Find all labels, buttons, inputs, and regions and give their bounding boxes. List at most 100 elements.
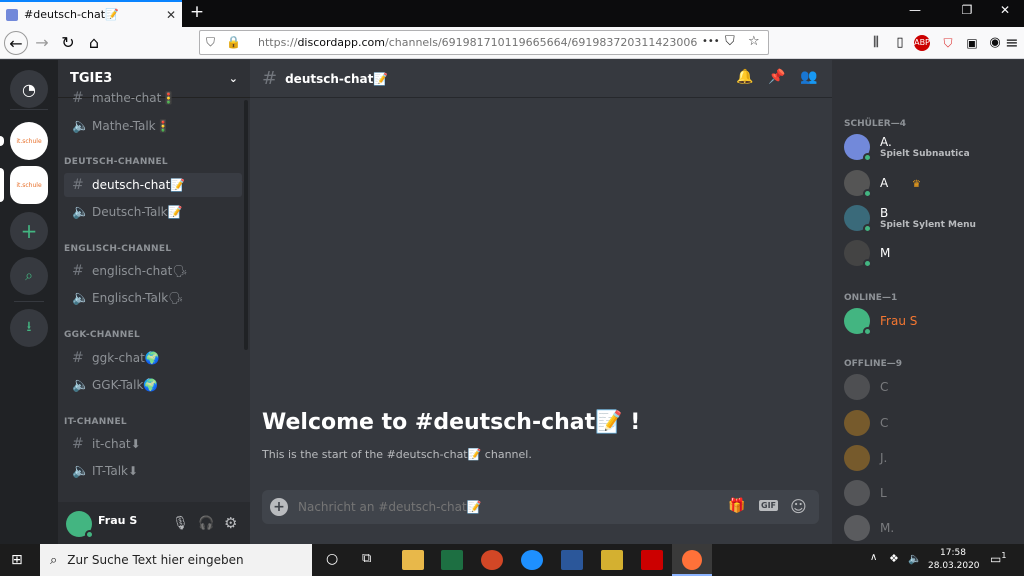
member-item[interactable]: J. xyxy=(844,443,887,473)
bookmark-star-icon[interactable]: ☆ xyxy=(748,34,760,49)
username: Frau S xyxy=(98,514,138,527)
channel-deutsch-talk[interactable]: 🔈 Deutsch-Talk📝 xyxy=(64,200,242,224)
avatar xyxy=(844,240,872,268)
member-item[interactable]: A ♛ xyxy=(844,168,921,198)
avatar xyxy=(844,134,872,162)
gif-button[interactable]: GIF xyxy=(759,500,779,511)
menu-hamburger-icon[interactable]: ≡ xyxy=(1000,31,1024,55)
firefox-icon xyxy=(682,550,702,570)
hash-icon: # xyxy=(262,68,278,89)
page-actions-icon[interactable]: ••• xyxy=(702,36,720,47)
restore-window-icon[interactable]: ❐ xyxy=(952,3,982,17)
extension-icon[interactable]: ▣ xyxy=(960,31,984,55)
new-tab-button[interactable]: + xyxy=(186,2,208,22)
close-window-icon[interactable]: ✕ xyxy=(990,3,1020,17)
pin-icon[interactable]: 📌 xyxy=(767,69,787,89)
powerpoint-icon[interactable] xyxy=(481,550,503,570)
member-item[interactable]: C xyxy=(844,408,888,438)
category-ggk[interactable]: GGK-CHANNEL xyxy=(64,330,140,340)
deafen-headphones-icon[interactable]: 🎧 xyxy=(198,516,214,531)
clock[interactable]: 17:58 28.03.2020 xyxy=(928,547,980,573)
avatar xyxy=(844,410,870,436)
emoji-icon[interactable]: ☺ xyxy=(790,497,807,516)
home-icon[interactable]: ⌂ xyxy=(82,31,106,55)
task-view-icon[interactable]: ⧉ xyxy=(362,551,371,566)
members-icon[interactable]: 👥 xyxy=(799,69,819,89)
file-explorer-icon[interactable] xyxy=(402,550,424,570)
sidebar-icon[interactable]: ▯ xyxy=(888,31,912,55)
avatar xyxy=(844,205,872,233)
back-arrow-icon[interactable]: ← xyxy=(4,31,28,55)
member-item[interactable]: C xyxy=(844,372,888,402)
channel-englisch-talk[interactable]: 🔈 Englisch-Talk🗣 xyxy=(64,286,242,310)
chevron-down-icon: ⌄ xyxy=(228,72,238,85)
chat-area: # deutsch-chat📝 Welcome to #deutsch-chat… xyxy=(250,60,832,544)
avatar xyxy=(844,308,872,336)
forward-arrow-icon[interactable]: → xyxy=(30,31,54,55)
member-item[interactable]: M. xyxy=(844,513,894,543)
avatar xyxy=(844,445,870,471)
windows-start-icon[interactable]: ⊞ xyxy=(11,552,23,568)
firefox-taskbar-button[interactable] xyxy=(672,544,712,576)
discord-favicon-icon xyxy=(6,8,18,21)
tray-chevron-icon[interactable]: ∧ xyxy=(870,552,877,563)
url-bar[interactable]: ⛉ 🔒 https://discordapp.com/channels/6919… xyxy=(199,30,769,55)
explore-search-icon[interactable]: ⌕ xyxy=(10,257,48,295)
hash-icon: # xyxy=(72,90,84,106)
settings-gear-icon[interactable]: ⚙ xyxy=(224,514,237,532)
taskbar-search[interactable]: ⌕ Zur Suche Text hier eingeben xyxy=(40,544,312,576)
member-item[interactable]: B Spielt Sylent Menu xyxy=(844,203,976,233)
channel-ggk-chat[interactable]: # ggk-chat🌍 xyxy=(64,346,242,370)
user-avatar[interactable] xyxy=(66,511,94,539)
minimize-window-icon[interactable]: — xyxy=(900,3,930,17)
channel-scrollbar[interactable] xyxy=(244,100,248,350)
member-item[interactable]: Frau S xyxy=(844,306,917,336)
notification-icon[interactable]: ▭1 xyxy=(990,551,1006,566)
app-icon[interactable] xyxy=(601,550,623,570)
library-icon[interactable]: ⫼ xyxy=(864,31,888,55)
download-apps-icon[interactable]: ⭳ xyxy=(10,309,48,347)
speaker-icon: 🔈 xyxy=(72,463,90,479)
avatar xyxy=(844,515,870,541)
category-it[interactable]: IT-CHANNEL xyxy=(64,417,127,427)
channel-it-chat[interactable]: # it-chat⬇ xyxy=(64,432,242,456)
adblock-icon[interactable]: ABP xyxy=(914,35,930,51)
channel-it-talk[interactable]: 🔈 IT-Talk⬇ xyxy=(64,459,242,483)
acrobat-icon[interactable] xyxy=(641,550,663,570)
volume-icon[interactable]: 🔈 xyxy=(908,552,922,565)
channel-ggk-talk[interactable]: 🔈 GGK-Talk🌍 xyxy=(64,373,242,397)
mute-mic-icon[interactable]: 🎙 xyxy=(172,516,189,531)
category-deutsch[interactable]: DEUTSCH-CHANNEL xyxy=(64,157,168,167)
speaker-icon: 🔈 xyxy=(72,118,90,134)
server-itschule-2-icon[interactable]: it.schule xyxy=(10,166,48,204)
member-item[interactable]: M xyxy=(844,238,890,268)
category-englisch[interactable]: ENGLISCH-CHANNEL xyxy=(64,244,171,254)
browser-tab[interactable]: #deutsch-chat📝 ✕ xyxy=(0,0,182,27)
server-itschule-1-icon[interactable]: it.schule xyxy=(10,122,48,160)
word-icon[interactable] xyxy=(561,550,583,570)
gift-icon[interactable]: 🎁 xyxy=(728,498,745,514)
channel-deutsch-chat[interactable]: # deutsch-chat📝 xyxy=(64,173,242,197)
excel-icon[interactable] xyxy=(441,550,463,570)
add-server-icon[interactable]: + xyxy=(10,212,48,250)
cortana-icon[interactable]: ○ xyxy=(326,551,338,567)
user-panel: Frau S 🎙 🎧 ⚙ xyxy=(58,502,250,544)
close-tab-icon[interactable]: ✕ xyxy=(166,8,176,22)
internet-explorer-icon[interactable] xyxy=(521,550,543,570)
pocket-icon[interactable]: ⛉ xyxy=(725,34,735,49)
lock-icon: 🔒 xyxy=(226,35,241,49)
member-item[interactable]: L xyxy=(844,478,887,508)
browser-nav-bar: ← → ↻ ⌂ ⛉ 🔒 https://discordapp.com/chann… xyxy=(0,27,1024,59)
channel-mathe-talk[interactable]: 🔈 Mathe-Talk🚦 xyxy=(64,114,242,138)
message-input[interactable] xyxy=(298,496,708,518)
reload-icon[interactable]: ↻ xyxy=(56,31,80,55)
channel-mathe-chat[interactable]: # mathe-chat🚦 xyxy=(64,88,242,108)
bell-icon[interactable]: 🔔 xyxy=(735,69,755,89)
discord-home-icon[interactable]: ◔ xyxy=(10,70,48,108)
upload-plus-icon[interactable]: + xyxy=(270,498,288,516)
member-item[interactable]: A. Spielt Subnautica xyxy=(844,132,970,162)
dropbox-icon[interactable]: ❖ xyxy=(889,552,899,565)
channel-englisch-chat[interactable]: # englisch-chat🗣 xyxy=(64,259,242,283)
pocket-toolbar-icon[interactable]: ⛉ xyxy=(936,31,960,55)
hash-icon: # xyxy=(72,350,84,366)
